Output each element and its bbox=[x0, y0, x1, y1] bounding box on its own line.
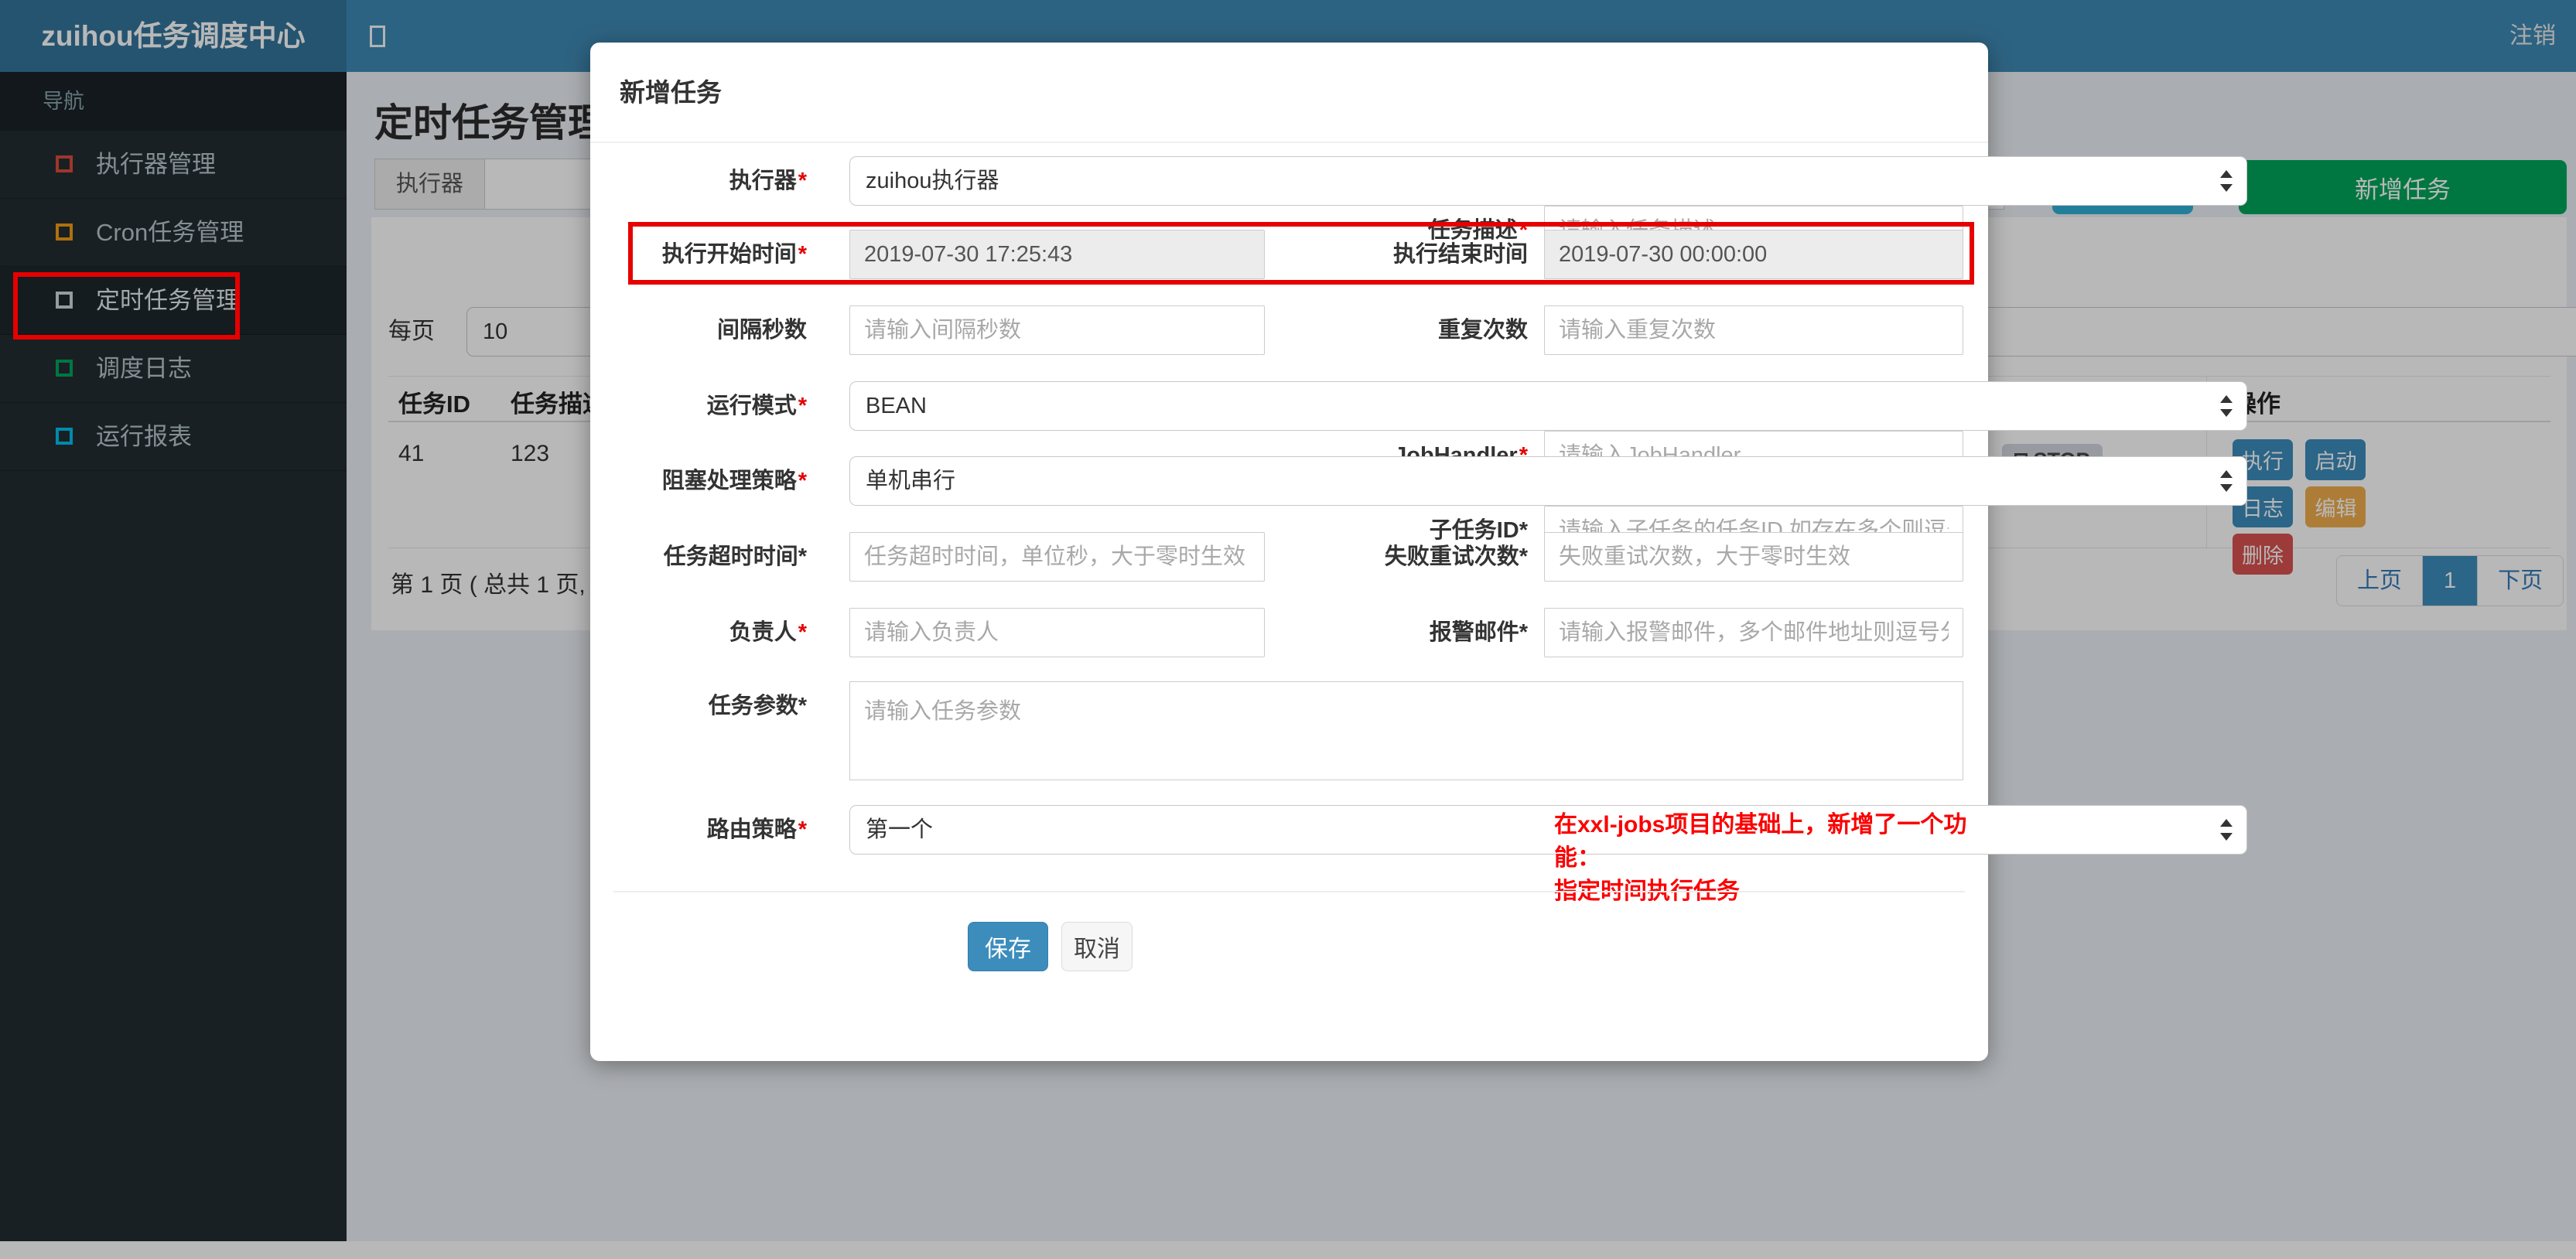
route-strategy-select[interactable]: 第一个 bbox=[849, 805, 2247, 855]
repeat-count-input[interactable] bbox=[1544, 305, 1963, 355]
form-row: 任务参数* bbox=[590, 681, 1988, 780]
caret-up-icon bbox=[2220, 470, 2233, 478]
executor-label: 执行器* bbox=[729, 169, 807, 193]
cancel-button[interactable]: 取消 bbox=[1061, 922, 1133, 971]
timeout-label: 任务超时时间* bbox=[663, 544, 807, 569]
caret-up-icon bbox=[2220, 170, 2233, 178]
caret-down-icon bbox=[2220, 184, 2233, 192]
block-strategy-select[interactable]: 单机串行 bbox=[849, 456, 2247, 506]
owner-label: 负责人* bbox=[729, 620, 807, 645]
timeout-input[interactable] bbox=[849, 532, 1265, 582]
task-params-label: 任务参数* bbox=[708, 694, 807, 718]
form-row: 阻塞处理策略* 单机串行 子任务ID* bbox=[590, 456, 2247, 555]
interval-input[interactable] bbox=[849, 305, 1265, 355]
route-strategy-label: 路由策略* bbox=[706, 817, 807, 842]
task-params-textarea[interactable] bbox=[849, 681, 1963, 780]
annotation-box-dates bbox=[628, 222, 1974, 285]
divider bbox=[590, 142, 1988, 143]
executor-select[interactable]: zuihou执行器 bbox=[849, 156, 2247, 206]
form-row: 运行模式* BEAN JobHandler* bbox=[590, 381, 2247, 480]
fail-retry-input[interactable] bbox=[1544, 532, 1963, 582]
divider bbox=[613, 891, 1965, 892]
alarm-email-label: 报警邮件* bbox=[1429, 620, 1528, 645]
caret-down-icon bbox=[2220, 484, 2233, 492]
repeat-count-label: 重复次数 bbox=[1437, 318, 1528, 343]
run-mode-select[interactable]: BEAN bbox=[849, 381, 2247, 431]
annotation-box-sidebar bbox=[13, 272, 240, 339]
add-task-modal: 新增任务 执行器* zuihou执行器 任务描述* 执行开始时间* 执行结束时间… bbox=[590, 43, 2247, 1061]
form-row: 任务超时时间* 失败重试次数* bbox=[590, 532, 1988, 582]
form-row: 负责人* 报警邮件* bbox=[590, 608, 1988, 657]
alarm-email-input[interactable] bbox=[1544, 608, 1963, 657]
run-mode-label: 运行模式* bbox=[706, 394, 807, 418]
fail-retry-label: 失败重试次数* bbox=[1384, 544, 1528, 569]
caret-down-icon bbox=[2220, 409, 2233, 417]
caret-down-icon bbox=[2220, 833, 2233, 841]
block-strategy-label: 阻塞处理策略* bbox=[661, 469, 807, 493]
feature-note: 在xxl-jobs项目的基础上，新增了一个功能： 指定时间执行任务 bbox=[1554, 812, 1967, 904]
caret-up-icon bbox=[2220, 395, 2233, 403]
form-row: 间隔秒数 重复次数 bbox=[590, 305, 1988, 355]
form-row: 执行器* zuihou执行器 任务描述* bbox=[590, 156, 2247, 255]
owner-input[interactable] bbox=[849, 608, 1265, 657]
save-button[interactable]: 保存 bbox=[968, 922, 1048, 971]
caret-up-icon bbox=[2220, 819, 2233, 827]
interval-label: 间隔秒数 bbox=[716, 318, 807, 343]
modal-title: 新增任务 bbox=[620, 78, 722, 107]
